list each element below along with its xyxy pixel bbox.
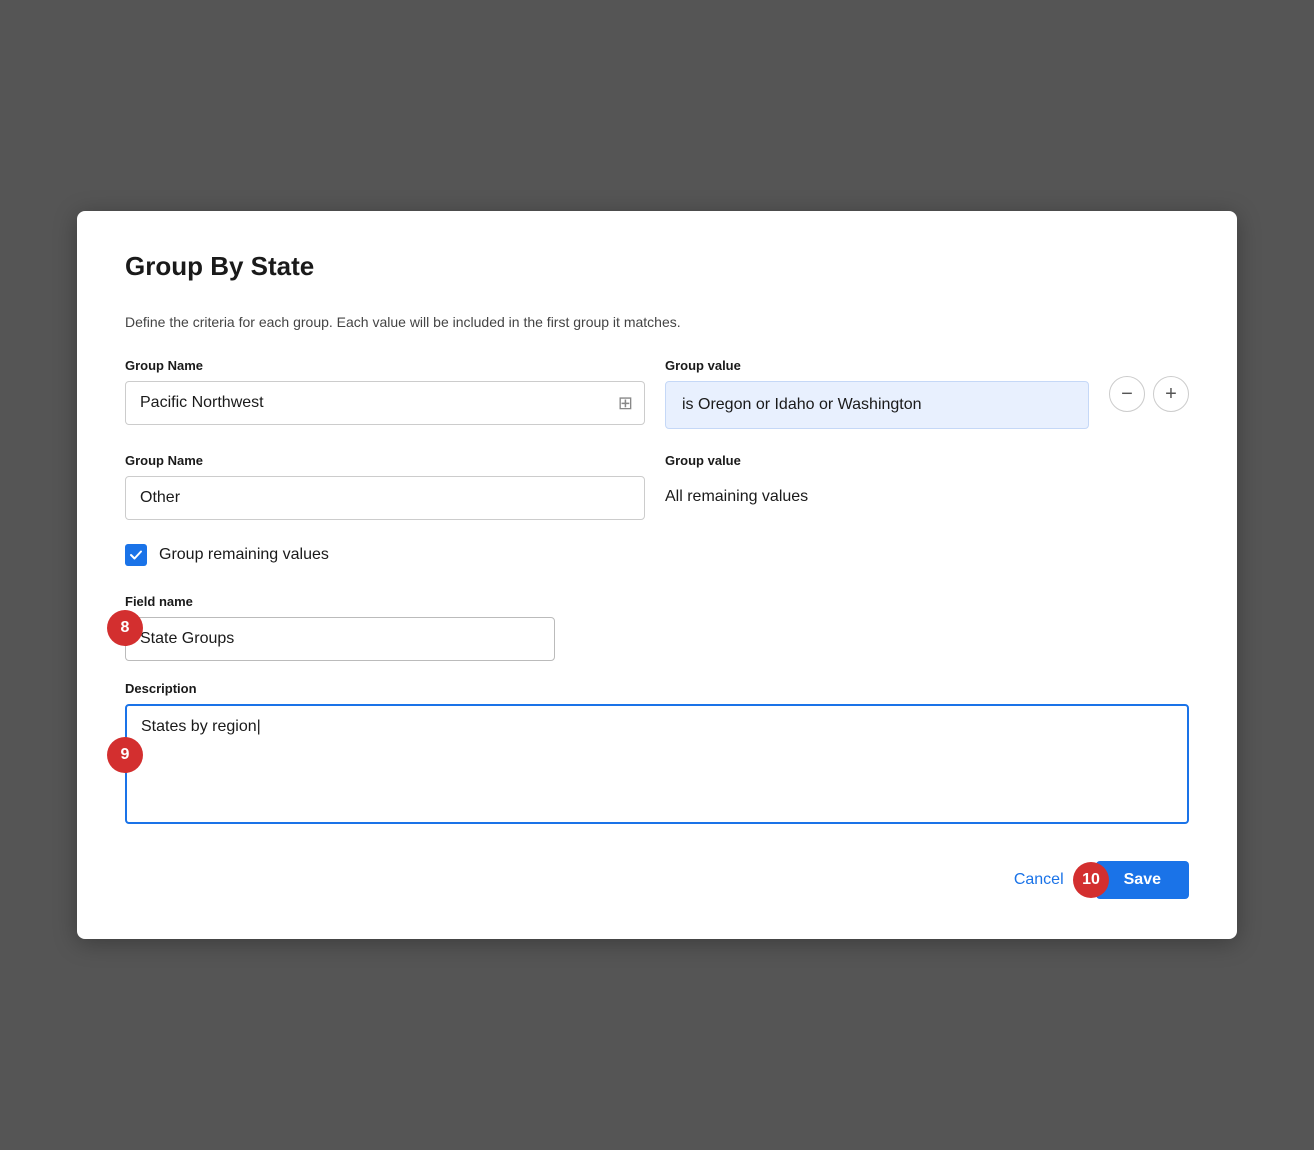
group1-name-col: Group Name ⊞: [125, 358, 645, 425]
checkbox-row: Group remaining values: [125, 544, 1189, 566]
description-label: Description: [125, 681, 1189, 696]
group2-value-text: All remaining values: [665, 476, 1189, 518]
group2-name-col: Group Name: [125, 453, 645, 520]
add-group-button[interactable]: +: [1153, 376, 1189, 412]
group-row-2: Group Name Group value All remaining val…: [125, 453, 1189, 520]
group1-name-label: Group Name: [125, 358, 645, 373]
group1-value-display: is Oregon or Idaho or Washington: [665, 381, 1089, 429]
group1-name-wrapper: ⊞: [125, 381, 645, 425]
group1-actions: − +: [1109, 376, 1189, 412]
checkmark-icon: [129, 548, 143, 562]
table-icon-group1[interactable]: ⊞: [618, 393, 633, 414]
group1-value-label: Group value: [665, 358, 1089, 373]
group1-value-col: Group value is Oregon or Idaho or Washin…: [665, 358, 1089, 429]
field-name-section: 8 Field name: [125, 594, 1189, 661]
description-section: 9 Description States by region|: [125, 681, 1189, 829]
dialog-title: Group By State: [125, 251, 1189, 282]
checkbox-label: Group remaining values: [159, 546, 329, 564]
group2-name-input[interactable]: [125, 476, 645, 520]
step-badge-10: 10: [1073, 862, 1109, 898]
dialog-footer: 10 Cancel Save: [125, 861, 1189, 899]
field-name-label: Field name: [125, 594, 1189, 609]
plus-icon: +: [1165, 384, 1177, 404]
group2-value-label: Group value: [665, 453, 1189, 468]
remove-group1-button[interactable]: −: [1109, 376, 1145, 412]
field-name-input[interactable]: [125, 617, 555, 661]
group-remaining-checkbox[interactable]: [125, 544, 147, 566]
dialog: Group By State Define the criteria for e…: [77, 211, 1237, 939]
group2-name-label: Group Name: [125, 453, 645, 468]
group2-value-col: Group value All remaining values: [665, 453, 1189, 518]
dialog-description: Define the criteria for each group. Each…: [125, 314, 1189, 330]
step-badge-8: 8: [107, 610, 143, 646]
minus-icon: −: [1121, 384, 1133, 404]
group1-value-text: is Oregon or Idaho or Washington: [682, 396, 922, 414]
step-badge-9: 9: [107, 737, 143, 773]
save-button[interactable]: Save: [1096, 861, 1189, 899]
cancel-button[interactable]: Cancel: [998, 861, 1080, 899]
description-textarea[interactable]: States by region|: [125, 704, 1189, 824]
group-row-1: Group Name ⊞ Group value is Oregon or Id…: [125, 358, 1189, 429]
group1-name-input[interactable]: [125, 381, 645, 425]
